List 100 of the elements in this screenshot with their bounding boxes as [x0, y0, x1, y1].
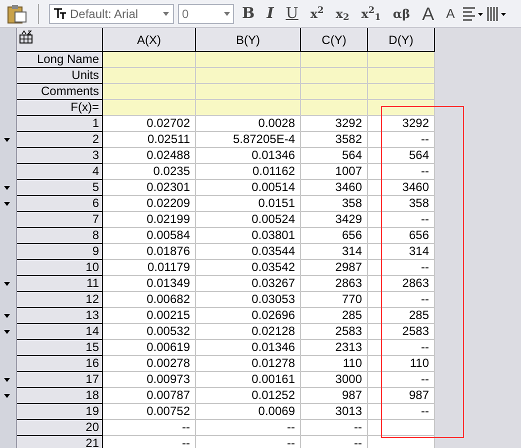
table-cell: 2863	[301, 276, 368, 292]
dropdown-arrow-icon[interactable]	[4, 282, 10, 286]
table-cell: 2583	[368, 324, 435, 340]
table-cell: 3460	[368, 180, 435, 196]
table-cell: 987	[368, 388, 435, 404]
caret-icon	[224, 12, 230, 16]
table-cell: 656	[368, 228, 435, 244]
table-cell: 0.0151	[196, 196, 301, 212]
font-name: Default: Arial	[70, 6, 140, 22]
table-cell: 0.0028	[196, 116, 301, 132]
dropdown-arrow-icon[interactable]	[4, 330, 10, 334]
table-cell: 0.03267	[196, 276, 301, 292]
row-label: Comments	[17, 84, 103, 100]
column-header[interactable]: A(X)	[103, 28, 196, 52]
label-cell[interactable]	[196, 68, 301, 84]
table-cell: 0.01278	[196, 356, 301, 372]
row-number: 18	[17, 388, 103, 404]
table-cell: 0.02488	[103, 148, 196, 164]
row-number: 9	[17, 244, 103, 260]
format-button[interactable]: I	[262, 2, 278, 24]
font-size-value: 0	[182, 6, 190, 22]
table-cell: 0.01346	[196, 148, 301, 164]
table-cell: 987	[301, 388, 368, 404]
dropdown-arrow-icon[interactable]	[4, 202, 10, 206]
clipboard-icon[interactable]	[6, 4, 28, 24]
columns-icon[interactable]	[486, 6, 507, 20]
dropdown-arrow-icon[interactable]	[4, 378, 10, 382]
label-cell[interactable]	[368, 84, 435, 100]
sort-grid-icon[interactable]	[19, 30, 33, 44]
table-cell: 0.00532	[103, 324, 196, 340]
label-cell[interactable]	[301, 68, 368, 84]
table-cell: 314	[301, 244, 368, 260]
font-dropdown[interactable]: Default: Arial	[49, 4, 174, 24]
table-cell: 2863	[368, 276, 435, 292]
column-header[interactable]: C(Y)	[301, 28, 368, 52]
table-cell: 0.03053	[196, 292, 301, 308]
table-cell	[368, 420, 435, 436]
font-size-dropdown[interactable]: 0	[178, 4, 234, 24]
table-cell: 314	[368, 244, 435, 260]
table-cell: 0.02301	[103, 180, 196, 196]
row-number: 20	[17, 420, 103, 436]
label-cell[interactable]	[196, 84, 301, 100]
table-cell: 0.02511	[103, 132, 196, 148]
label-cell[interactable]	[103, 68, 196, 84]
label-cell[interactable]	[301, 84, 368, 100]
table-cell: 285	[368, 308, 435, 324]
table-cell: --	[368, 292, 435, 308]
table-cell: 0.00682	[103, 292, 196, 308]
column-header[interactable]: D(Y)	[368, 28, 435, 52]
label-cell[interactable]	[301, 100, 368, 116]
table-cell: 3000	[301, 372, 368, 388]
row-label: F(x)=	[17, 100, 103, 116]
table-cell: 0.00619	[103, 340, 196, 356]
label-cell[interactable]	[103, 100, 196, 116]
table-cell: 0.00524	[196, 212, 301, 228]
table-cell: 3292	[368, 116, 435, 132]
table-cell: 0.01179	[103, 260, 196, 276]
label-cell[interactable]	[368, 52, 435, 68]
row-number: 12	[17, 292, 103, 308]
dropdown-arrow-icon[interactable]	[4, 138, 10, 142]
table-cell: 3292	[301, 116, 368, 132]
row-number: 16	[17, 356, 103, 372]
table-cell: --	[103, 436, 196, 448]
table-cell: 656	[301, 228, 368, 244]
label-cell[interactable]	[103, 52, 196, 68]
label-cell[interactable]	[368, 100, 435, 116]
format-button[interactable]: U	[282, 2, 302, 24]
table-cell: --	[196, 420, 301, 436]
row-number: 2	[17, 132, 103, 148]
label-cell[interactable]	[196, 52, 301, 68]
column-header[interactable]: B(Y)	[196, 28, 301, 52]
table-cell: 2313	[301, 340, 368, 356]
format-button[interactable]: B	[238, 2, 259, 24]
table-cell: 0.00787	[103, 388, 196, 404]
table-cell: 0.02209	[103, 196, 196, 212]
table-cell: 1007	[301, 164, 368, 180]
format-button[interactable]: A	[442, 2, 459, 24]
table-cell: 2583	[301, 324, 368, 340]
format-button[interactable]: x$^{2}$	[306, 2, 328, 24]
align-icon[interactable]	[462, 6, 483, 20]
table-cell: 2987	[301, 260, 368, 276]
dropdown-arrow-icon[interactable]	[4, 186, 10, 190]
label-cell[interactable]	[196, 100, 301, 116]
table-cell	[368, 436, 435, 448]
table-cell: 0.02128	[196, 324, 301, 340]
label-cell[interactable]	[301, 52, 368, 68]
table-cell: 0.00278	[103, 356, 196, 372]
table-cell: --	[301, 420, 368, 436]
format-button[interactable]: A	[418, 2, 438, 24]
dropdown-arrow-icon[interactable]	[4, 314, 10, 318]
table-cell: 0.02199	[103, 212, 196, 228]
table-cell: 0.03801	[196, 228, 301, 244]
row-number: 14	[17, 324, 103, 340]
label-cell[interactable]	[368, 68, 435, 84]
label-cell[interactable]	[103, 84, 196, 100]
table-cell: 3460	[301, 180, 368, 196]
caret-icon	[163, 12, 169, 16]
format-button[interactable]: x$_{2}$	[332, 2, 354, 24]
dropdown-arrow-icon[interactable]	[4, 394, 10, 398]
format-button[interactable]: αβ	[388, 2, 414, 24]
